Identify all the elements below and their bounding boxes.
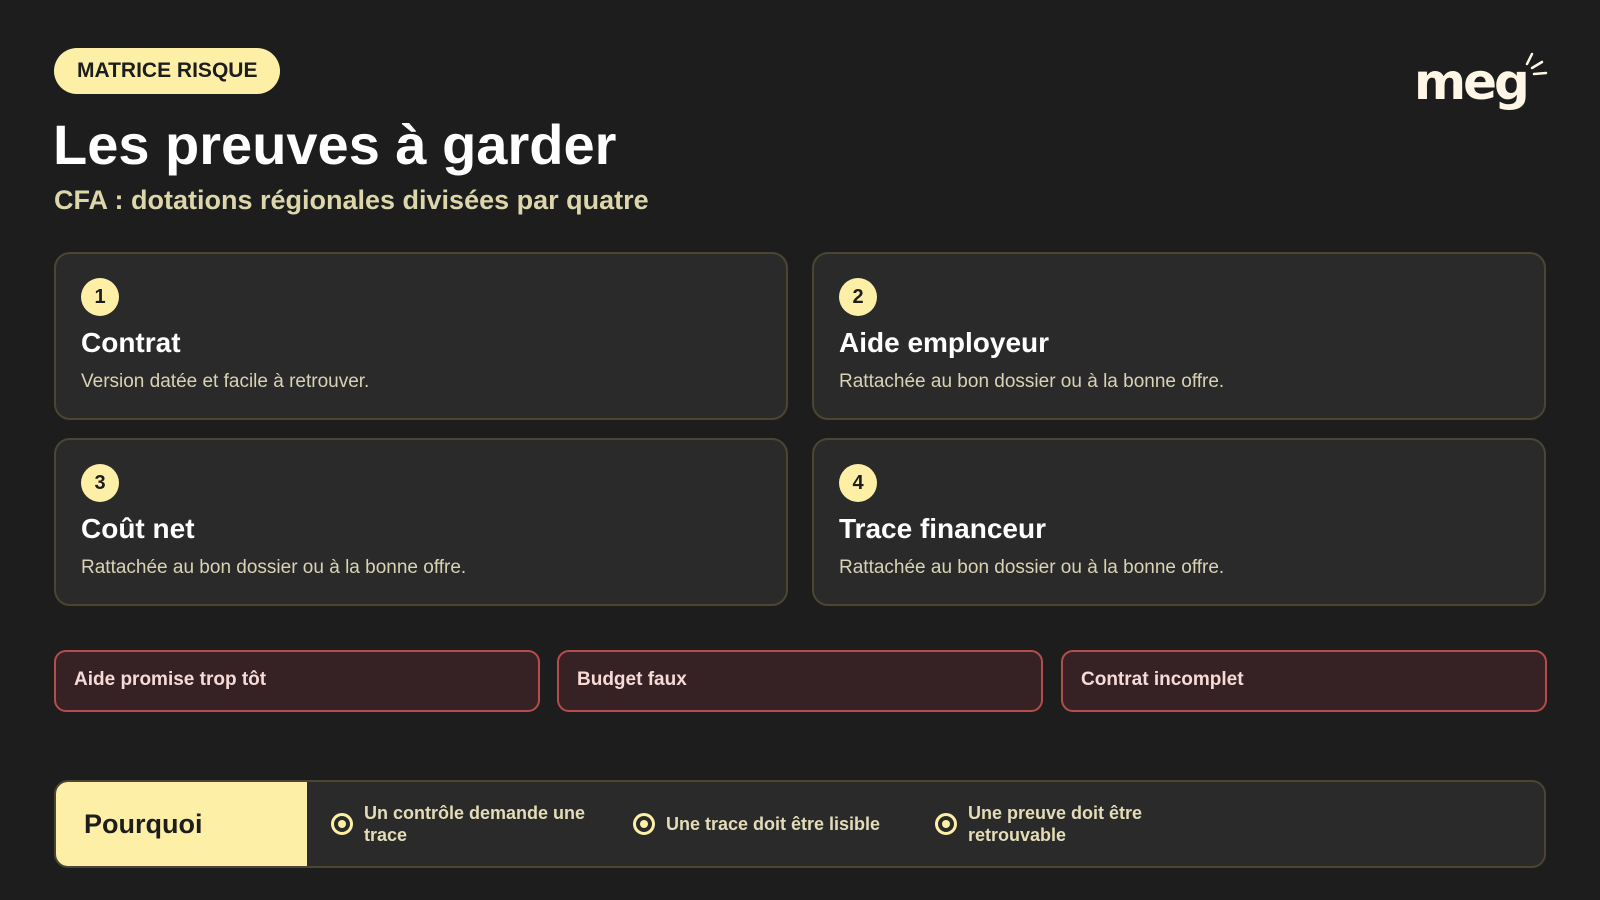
card-title: Aide employeur bbox=[839, 327, 1050, 358]
page-subtitle: CFA : dotations régionales divisées par … bbox=[54, 185, 649, 215]
card-description: Rattachée au bon dossier ou à la bonne o… bbox=[839, 371, 1225, 392]
proof-card-aide-employeur: 2 Aide employeur Rattachée au bon dossie… bbox=[812, 252, 1546, 420]
why-item-text: Une preuve doit être retrouvable bbox=[968, 803, 1143, 845]
card-description: Version datée et facile à retrouver. bbox=[81, 371, 370, 392]
radio-dot-icon bbox=[633, 813, 655, 835]
card-number: 1 bbox=[81, 278, 119, 316]
risk-tag-budget-faux: Budget faux bbox=[557, 650, 1043, 712]
spark-icon bbox=[1525, 52, 1548, 76]
proof-card-trace-financeur: 4 Trace financeur Rattachée au bon dossi… bbox=[812, 438, 1546, 606]
radio-dot-icon bbox=[935, 813, 957, 835]
proof-card-cout-net: 3 Coût net Rattachée au bon dossier ou à… bbox=[54, 438, 788, 606]
why-panel: Pourquoi Un contrôle demande une trace U… bbox=[54, 780, 1546, 868]
section-badge: MATRICE RISQUE bbox=[54, 48, 281, 94]
why-item: Une preuve doit être retrouvable bbox=[935, 782, 1175, 866]
why-item-text: Un contrôle demande une trace bbox=[364, 803, 586, 845]
page-title: Les preuves à garder bbox=[53, 113, 617, 176]
radio-dot-icon bbox=[331, 813, 353, 835]
why-label: Pourquoi bbox=[56, 782, 307, 866]
card-title: Coût net bbox=[81, 513, 195, 544]
card-number: 3 bbox=[81, 464, 119, 502]
card-number: 4 bbox=[839, 464, 877, 502]
card-description: Rattachée au bon dossier ou à la bonne o… bbox=[81, 557, 467, 578]
risk-tag-aide-promise: Aide promise trop tôt bbox=[54, 650, 540, 712]
why-item-text: Une trace doit être lisible bbox=[666, 814, 881, 834]
meg-logo: meg bbox=[1414, 50, 1550, 114]
card-number: 2 bbox=[839, 278, 877, 316]
risk-tag-contrat-incomplet: Contrat incomplet bbox=[1061, 650, 1547, 712]
card-title: Contrat bbox=[81, 327, 181, 358]
proof-card-contrat: 1 Contrat Version datée et facile à retr… bbox=[54, 252, 788, 420]
card-title: Trace financeur bbox=[839, 513, 1046, 544]
logo-text: meg bbox=[1414, 53, 1530, 111]
why-item: Un contrôle demande une trace bbox=[331, 782, 601, 866]
card-description: Rattachée au bon dossier ou à la bonne o… bbox=[839, 557, 1225, 578]
why-item: Une trace doit être lisible bbox=[633, 782, 903, 866]
